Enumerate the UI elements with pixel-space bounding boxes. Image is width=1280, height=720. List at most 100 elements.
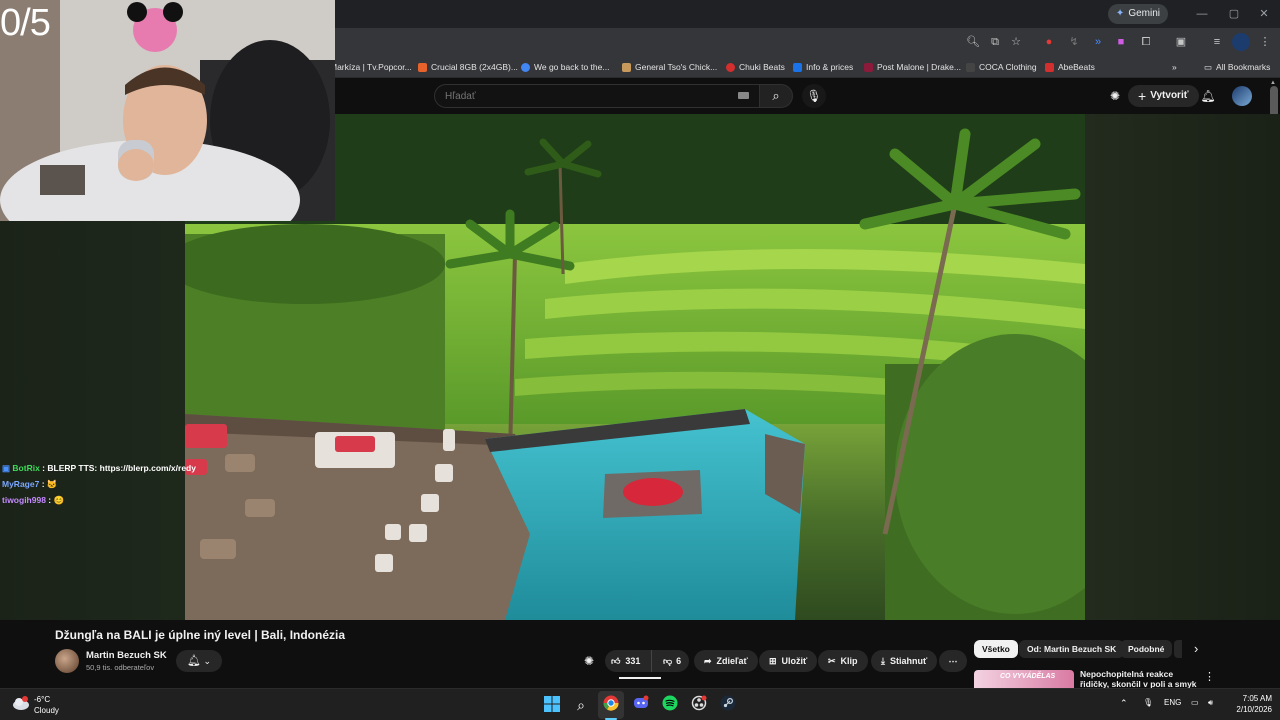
- microphone-tray-icon[interactable]: 🎙︎: [1143, 698, 1153, 707]
- more-dots-icon: ⋯: [948, 656, 958, 666]
- chat-message: tiwogih998 : 😊: [2, 495, 65, 505]
- zoom-icon[interactable]: 🔍︎: [964, 33, 982, 51]
- dislike-count: 6: [676, 656, 682, 666]
- discord-icon[interactable]: [631, 695, 651, 715]
- extension-gray-icon[interactable]: ↯: [1065, 33, 1083, 51]
- more-vert-icon[interactable]: ⋮: [1204, 670, 1215, 683]
- bookmark-7[interactable]: COCA Clothing: [966, 60, 1037, 74]
- dislike-button[interactable]: 👎︎ 6: [657, 650, 689, 672]
- windows-start-icon[interactable]: [542, 695, 562, 715]
- sparkle-icon: ✦: [1115, 8, 1125, 19]
- search-input[interactable]: [435, 85, 759, 107]
- recommendation-thumbnail[interactable]: CO VYVÁDĚLAS: [974, 670, 1074, 688]
- chat-text: BLERP TTS: https://blerp.com/x/redy: [47, 463, 196, 473]
- download-icon: ⤓: [881, 656, 885, 666]
- network-icon[interactable]: ▭: [1191, 698, 1199, 707]
- windows-taskbar: -6°C Cloudy ⌕ ⌃ 🎙︎ ENG ▭ 🔊︎ 7:05 AM 2/10…: [0, 688, 1280, 720]
- spotify-icon[interactable]: [660, 695, 680, 715]
- clip-button[interactable]: ✂ Klip: [818, 650, 868, 672]
- maximize-icon[interactable]: ▢: [1220, 4, 1248, 24]
- bookmark-5[interactable]: Info & prices: [793, 60, 853, 74]
- voice-search-button[interactable]: 🎙︎: [802, 84, 826, 108]
- keyboard-icon[interactable]: [738, 92, 749, 99]
- chat-username: MyRage7: [2, 479, 40, 489]
- close-icon[interactable]: ✕: [1250, 4, 1278, 24]
- profile-icon[interactable]: [1232, 33, 1250, 51]
- scissors-icon: ✂: [828, 656, 836, 666]
- subscriber-count: 50,9 tis. odberateľov: [86, 663, 155, 672]
- folder-icon: ▭: [1204, 62, 1213, 72]
- like-dislike-group: 👍︎ 331 👎︎ 6: [605, 650, 689, 672]
- chat-message: ▣ BotRix : BLERP TTS: https://blerp.com/…: [2, 463, 196, 473]
- share-icon: ➦: [704, 656, 712, 666]
- ask-ai-icon[interactable]: ✺: [584, 654, 594, 668]
- thumbs-down-icon: 👎︎: [662, 656, 673, 666]
- bookmark-0[interactable]: Markíza | Tv.Popcor...: [330, 60, 412, 74]
- recommendation-title[interactable]: Nepochopitelná reakce řidičky, skončil v…: [1080, 669, 1200, 688]
- minimize-icon[interactable]: —: [1188, 4, 1216, 24]
- tray-overflow-icon[interactable]: ⌃: [1120, 698, 1128, 709]
- clock-date[interactable]: 2/10/2026: [1226, 705, 1272, 714]
- all-bookmarks[interactable]: ▭ All Bookmarks: [1204, 60, 1270, 74]
- search-icon: ⌕: [772, 88, 780, 103]
- install-app-icon[interactable]: ⧉: [986, 33, 1004, 51]
- reading-list-icon[interactable]: ▣: [1172, 33, 1190, 51]
- bookmark-4[interactable]: Chuki Beats: [726, 60, 785, 74]
- chat-emote: 😊: [53, 495, 65, 505]
- stream-chat: ▣ BotRix : BLERP TTS: https://blerp.com/…: [2, 460, 202, 508]
- gemini-label: Gemini: [1128, 8, 1160, 19]
- favicon-icon: [864, 62, 873, 72]
- favicon-icon: [521, 62, 530, 72]
- search-box: [434, 84, 759, 108]
- subscription-bell-button[interactable]: 🔔︎ ⌄: [176, 650, 222, 672]
- search-button[interactable]: ⌕: [759, 84, 793, 108]
- steam-icon[interactable]: [718, 695, 738, 715]
- download-button[interactable]: ⤓ Stiahnuť: [871, 650, 938, 672]
- chevron-right-icon[interactable]: ›: [1194, 640, 1198, 658]
- clock-time[interactable]: 7:05 AM: [1236, 694, 1272, 703]
- channel-name[interactable]: Martin Bezuch SK: [86, 650, 167, 661]
- video-info: Džungľa na BALI je úplne iný level | Bal…: [0, 620, 1280, 688]
- ai-sparkle-icon[interactable]: ✺: [1106, 87, 1124, 105]
- like-button[interactable]: 👍︎ 331: [605, 650, 652, 672]
- bookmark-6[interactable]: Post Malone | Drake...: [864, 60, 961, 74]
- extension-purple-icon[interactable]: ■: [1112, 33, 1130, 51]
- notifications-bell-icon[interactable]: 🔔︎: [1199, 87, 1217, 105]
- chip-all[interactable]: Všetko: [974, 640, 1018, 658]
- chip-related[interactable]: Podobné: [1120, 640, 1173, 658]
- like-count: 331: [625, 656, 641, 666]
- create-button[interactable]: + Vytvoriť: [1128, 85, 1199, 107]
- bookmark-1[interactable]: Crucial 8GB (2x4GB)...: [418, 60, 518, 74]
- cloud-icon[interactable]: [12, 696, 30, 710]
- bookmark-2[interactable]: We go back to the...: [521, 60, 609, 74]
- channel-avatar[interactable]: [55, 649, 79, 673]
- bookmark-star-icon[interactable]: ☆: [1007, 33, 1025, 51]
- save-button[interactable]: ⊞ Uložiť: [759, 650, 818, 672]
- extensions-puzzle-icon[interactable]: ⧠: [1137, 33, 1155, 51]
- bookmarks-overflow-icon[interactable]: »: [1172, 60, 1177, 74]
- chat-message: MyRage7 : 🐱: [2, 479, 58, 489]
- chrome-icon[interactable]: [601, 695, 621, 715]
- bookmark-8[interactable]: AbeBeats: [1045, 60, 1095, 74]
- obs-icon[interactable]: [689, 695, 709, 715]
- screen: ✦ Gemini — ▢ ✕ 🔍︎ ⧉ ☆ ● ↯ » ■ ⧠ ▣ ≡ ⋮ Ma…: [0, 0, 1280, 720]
- account-avatar[interactable]: [1232, 86, 1252, 106]
- menu-dots-icon[interactable]: ⋮: [1256, 33, 1274, 51]
- media-controls-icon[interactable]: ≡: [1208, 33, 1226, 51]
- thumbs-up-icon: 👍︎: [611, 656, 621, 666]
- more-actions-button[interactable]: ⋯: [939, 650, 967, 672]
- taskbar-search-icon[interactable]: ⌕: [571, 695, 591, 715]
- video-title: Džungľa na BALI je úplne iný level | Bal…: [55, 628, 346, 642]
- plus-icon: +: [1138, 88, 1147, 104]
- chat-emote: 🐱: [46, 479, 58, 489]
- gemini-button[interactable]: ✦ Gemini: [1107, 4, 1168, 24]
- extension-blue-icon[interactable]: »: [1089, 33, 1107, 51]
- volume-icon[interactable]: 🔊︎: [1208, 698, 1213, 708]
- extension-red-icon[interactable]: ●: [1040, 33, 1058, 51]
- language-indicator[interactable]: ENG: [1164, 698, 1181, 707]
- weather-temperature: -6°C: [34, 695, 51, 704]
- share-button[interactable]: ➦ Zdieľať: [694, 650, 758, 672]
- bookmark-3[interactable]: General Tso's Chick...: [622, 60, 717, 74]
- chip-from-channel[interactable]: Od: Martin Bezuch SK: [1019, 640, 1125, 658]
- favicon-icon: [622, 62, 631, 72]
